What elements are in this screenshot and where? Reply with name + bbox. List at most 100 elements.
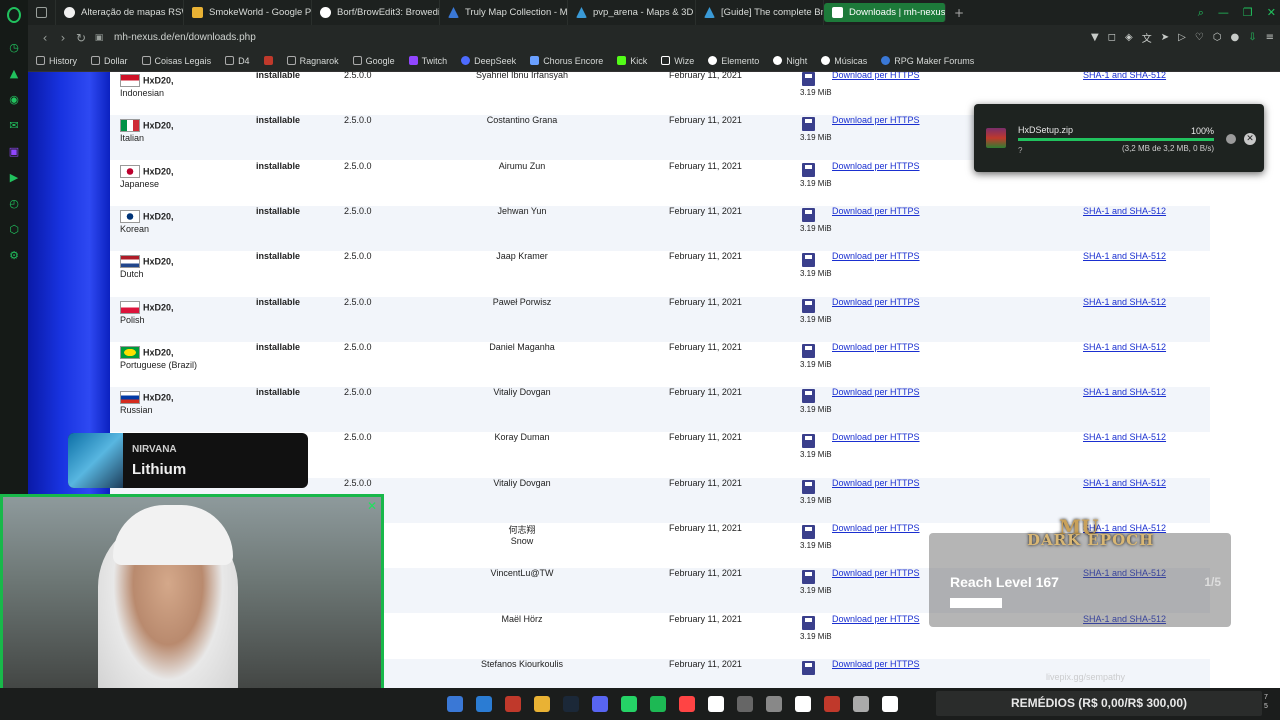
taskbar-app-icon[interactable]: [765, 696, 782, 712]
download-link[interactable]: Download per HTTPS: [832, 251, 920, 261]
bookmark-kick[interactable]: Kick: [617, 56, 647, 66]
taskbar-app-icon[interactable]: [881, 696, 898, 712]
search-tabs-icon[interactable]: ⌕: [1198, 6, 1204, 20]
back-icon[interactable]: ‹: [36, 31, 54, 45]
taskbar-app-icon[interactable]: [794, 696, 811, 712]
download-link[interactable]: Download per HTTPS: [832, 72, 920, 80]
taskbar-app-icon[interactable]: [649, 696, 666, 712]
download-link[interactable]: Download per HTTPS: [832, 161, 920, 171]
translate-icon[interactable]: 文: [1142, 30, 1152, 45]
download-link[interactable]: Download per HTTPS: [832, 297, 920, 307]
download-link[interactable]: Download per HTTPS: [832, 568, 920, 578]
pause-icon[interactable]: [1226, 134, 1236, 144]
twitch-icon[interactable]: ▣: [6, 144, 22, 160]
extensions-icon[interactable]: ⬡: [6, 222, 22, 238]
checksum-link[interactable]: SHA-1 and SHA-512: [1083, 432, 1166, 442]
new-tab-button[interactable]: +: [946, 0, 972, 25]
snapshot-icon[interactable]: ◻: [1108, 32, 1116, 43]
bookmark-icon[interactable]: ▼: [1091, 32, 1099, 43]
tab[interactable]: Alteração de mapas RSW: [56, 0, 184, 25]
tab-active[interactable]: Downloads | mh-nexus: [824, 3, 946, 22]
tab-favicon-icon: [64, 7, 75, 18]
bookmark-elemento[interactable]: Elemento: [708, 56, 759, 66]
checksum-link[interactable]: SHA-1 and SHA-512: [1083, 478, 1166, 488]
product-name: HxD20,: [143, 392, 174, 403]
checksum-link[interactable]: SHA-1 and SHA-512: [1083, 72, 1166, 80]
adblock-icon[interactable]: ◈: [1125, 32, 1133, 43]
bookmark-deepseek[interactable]: DeepSeek: [461, 56, 516, 66]
translator-cell: Paweł Porwisz: [492, 296, 552, 307]
tab[interactable]: pvp_arena - Maps & 3D R: [568, 0, 696, 25]
bookmark-d4[interactable]: D4: [225, 56, 250, 66]
forward-icon[interactable]: ›: [54, 31, 72, 45]
tab[interactable]: [Guide] The complete Bro: [696, 0, 824, 25]
bookmark-chorus-encore[interactable]: Chorus Encore: [530, 56, 603, 66]
send-icon[interactable]: ➤: [1161, 32, 1169, 43]
taskbar-app-icon[interactable]: [446, 696, 463, 712]
download-link[interactable]: Download per HTTPS: [832, 614, 920, 624]
menu-icon[interactable]: ≡: [1266, 32, 1274, 43]
close-icon[interactable]: ✕: [1244, 133, 1256, 145]
checksum-link[interactable]: SHA-1 and SHA-512: [1083, 251, 1166, 261]
download-link[interactable]: Download per HTTPS: [832, 659, 920, 669]
taskbar-app-icon[interactable]: [852, 696, 869, 712]
taskbar-app-icon[interactable]: [475, 696, 492, 712]
download-link[interactable]: Download per HTTPS: [832, 387, 920, 397]
minimize-icon[interactable]: —: [1218, 6, 1229, 19]
opera-logo-icon[interactable]: [7, 7, 21, 23]
profile-icon[interactable]: ●: [1230, 32, 1239, 43]
taskbar-app-icon[interactable]: [823, 696, 840, 712]
whatsapp-icon[interactable]: ◉: [6, 92, 22, 108]
speed-dial-icon[interactable]: ◷: [6, 40, 22, 56]
taskbar-app-icon[interactable]: [707, 696, 724, 712]
settings-icon[interactable]: ⚙: [6, 248, 22, 264]
download-link[interactable]: Download per HTTPS: [832, 432, 920, 442]
download-link[interactable]: Download per HTTPS: [832, 206, 920, 216]
download-link[interactable]: Download per HTTPS: [832, 478, 920, 488]
taskbar-app-icon[interactable]: [562, 696, 579, 712]
checksum-link[interactable]: SHA-1 and SHA-512: [1083, 342, 1166, 352]
bookmark-google[interactable]: Google: [352, 56, 395, 66]
lock-icon[interactable]: ▣: [90, 33, 108, 43]
tab[interactable]: Borf/BrowEdit3: Browedit: [312, 0, 440, 25]
bookmark-night[interactable]: Night: [773, 56, 807, 66]
extensions-icon[interactable]: ⬡: [1213, 32, 1222, 43]
player-icon[interactable]: ▶: [6, 170, 22, 186]
bookmark-musicas[interactable]: Músicas: [821, 56, 867, 66]
reload-icon[interactable]: ↻: [72, 31, 90, 45]
aria-icon[interactable]: ▲: [6, 66, 22, 82]
bookmark-dollar[interactable]: Dollar: [91, 56, 128, 66]
bookmark-wize[interactable]: Wize: [661, 56, 694, 66]
download-filename[interactable]: HxDSetup.zip: [1018, 125, 1073, 135]
history-icon[interactable]: ◴: [6, 196, 22, 212]
checksum-link[interactable]: SHA-1 and SHA-512: [1083, 206, 1166, 216]
bookmark-rpg-maker[interactable]: RPG Maker Forums: [881, 56, 974, 66]
bookmark-coisas-legais[interactable]: Coisas Legais: [141, 56, 211, 66]
tab[interactable]: Truly Map Collection - Ma: [440, 0, 568, 25]
messenger-icon[interactable]: ✉: [6, 118, 22, 134]
bookmark-ragnarok[interactable]: Ragnarok: [286, 56, 339, 66]
close-window-icon[interactable]: ✕: [1267, 6, 1276, 19]
play-icon[interactable]: ▷: [1178, 32, 1186, 43]
tab[interactable]: SmokeWorld - Google Pla: [184, 0, 312, 25]
download-icon[interactable]: ⇩: [1248, 32, 1256, 43]
checksum-link[interactable]: SHA-1 and SHA-512: [1083, 387, 1166, 397]
taskbar-app-icon[interactable]: [736, 696, 753, 712]
taskbar-app-icon[interactable]: [533, 696, 550, 712]
taskbar-app-icon[interactable]: [504, 696, 521, 712]
download-link[interactable]: Download per HTTPS: [832, 523, 920, 533]
tab-overview[interactable]: [28, 0, 56, 25]
bookmark-red[interactable]: [263, 56, 273, 65]
taskbar-app-icon[interactable]: [678, 696, 695, 712]
checksum-link[interactable]: SHA-1 and SHA-512: [1083, 297, 1166, 307]
url-field[interactable]: mh-nexus.de/en/downloads.php: [114, 32, 256, 43]
download-link[interactable]: Download per HTTPS: [832, 115, 920, 125]
bookmark-history[interactable]: History: [36, 56, 77, 66]
maximize-icon[interactable]: ❐: [1243, 6, 1253, 19]
taskbar-app-icon[interactable]: [591, 696, 608, 712]
heart-icon[interactable]: ♡: [1195, 32, 1204, 43]
download-link[interactable]: Download per HTTPS: [832, 342, 920, 352]
taskbar-app-icon[interactable]: [620, 696, 637, 712]
status-cell: installable: [256, 160, 301, 171]
bookmark-twitch[interactable]: Twitch: [408, 56, 447, 66]
